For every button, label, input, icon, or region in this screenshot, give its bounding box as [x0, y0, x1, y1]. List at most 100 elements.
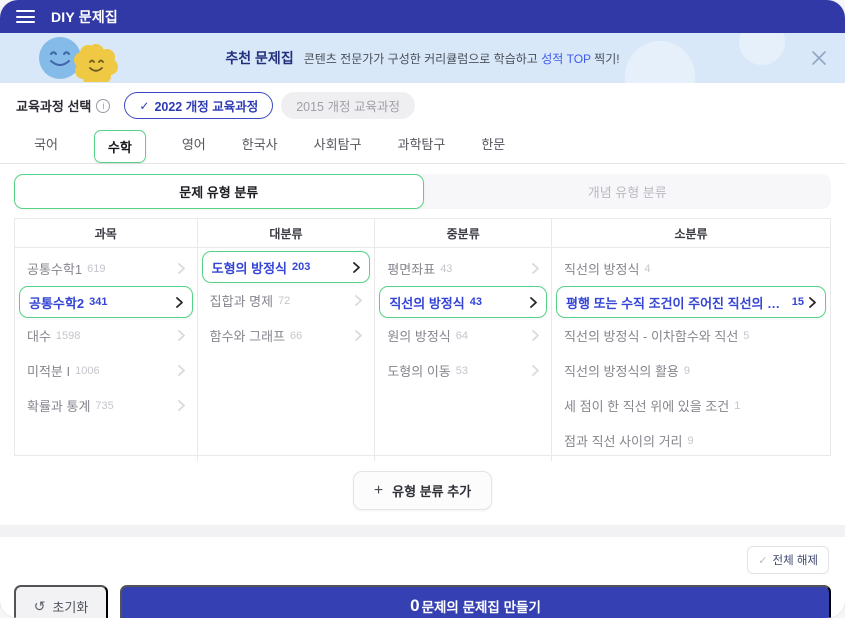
row-label: 직선의 방정식: [389, 293, 464, 312]
column-body: 평면좌표43 직선의 방정식 43 원의 방정식 64 도형의 이동53: [375, 248, 551, 461]
table-row[interactable]: 미적분 I 1006: [15, 353, 197, 388]
table-row[interactable]: 도형의 이동53: [375, 353, 551, 388]
table-row[interactable]: 평면좌표43: [375, 251, 551, 286]
row-count: 1: [734, 400, 740, 412]
row-label: 평행 또는 수직 조건이 주어진 직선의 방정식: [566, 293, 787, 312]
row-count: 64: [456, 330, 468, 342]
row-count: 5: [743, 330, 749, 342]
promo-banner: 추천 문제집 콘텐츠 전문가가 구성한 커리큘럼으로 학습하고 성적 TOP 찍…: [0, 33, 845, 83]
check-icon: ✓: [139, 99, 149, 113]
classification-table: 과목공통수학1619공통수학2341대수1598미적분 I1006확률과 통계7…: [14, 218, 831, 456]
type-tab-0[interactable]: 문제 유형 분류: [14, 174, 424, 209]
table-row[interactable]: 도형의 방정식203: [202, 251, 371, 283]
column-header: 소분류: [552, 219, 830, 248]
create-workbook-button[interactable]: 0 문제의 문제집 만들기: [120, 585, 831, 618]
classification-type-tabs: 문제 유형 분류개념 유형 분류: [14, 174, 831, 209]
column-header: 대분류: [198, 219, 375, 248]
chevron-right-icon: [178, 330, 185, 341]
chevron-right-icon: [532, 263, 539, 274]
column-body: 직선의 방정식4평행 또는 수직 조건이 주어진 직선의 방정식15직선의 방정…: [552, 248, 830, 461]
row-label: 세 점이 한 직선 위에 있을 조건: [564, 396, 729, 415]
section-divider: [0, 525, 845, 537]
row-label: 집합과 명제: [210, 291, 273, 310]
curriculum-select-row: 교육과정 선택 i ✓ 2022 개정 교육과정 2015 개정 교육과정: [0, 87, 845, 124]
table-row[interactable]: 직선의 방정식 43: [379, 286, 547, 318]
chevron-right-icon: [176, 297, 183, 308]
table-column-3: 소분류직선의 방정식4평행 또는 수직 조건이 주어진 직선의 방정식15직선의…: [552, 219, 830, 461]
bottom-action-bar: ↺ 초기화 0 문제의 문제집 만들기: [0, 585, 845, 618]
hamburger-menu-icon[interactable]: [16, 10, 35, 23]
table-row[interactable]: 직선의 방정식 - 이차함수와 직선 5: [552, 318, 830, 353]
row-label: 평면좌표: [387, 259, 435, 278]
row-count: 341: [89, 296, 107, 308]
smiley-characters-icon: [36, 36, 124, 83]
row-count: 72: [278, 295, 290, 307]
table-row[interactable]: 원의 방정식 64: [375, 318, 551, 353]
type-tab-1[interactable]: 개념 유형 분류: [424, 174, 832, 209]
banner-description: 콘텐츠 전문가가 구성한 커리큘럼으로 학습하고 성적 TOP 찍기!: [304, 50, 620, 67]
chevron-right-icon: [532, 330, 539, 341]
banner-deco-circle: [739, 33, 785, 65]
row-label: 공통수학1: [27, 259, 82, 278]
chevron-right-icon: [355, 330, 362, 341]
row-label: 직선의 방정식 - 이차함수와 직선: [564, 326, 738, 345]
table-row[interactable]: 점과 직선 사이의 거리 9: [552, 423, 830, 458]
row-label: 점과 직선 사이의 거리: [564, 431, 682, 450]
row-label: 직선의 방정식: [564, 259, 639, 278]
app-title: DIY 문제집: [51, 7, 118, 27]
row-count: 1006: [75, 365, 99, 377]
pill-label: 2022 개정 교육과정: [154, 96, 258, 115]
subject-tab-0[interactable]: 국어: [34, 134, 58, 153]
row-count: 15: [792, 296, 804, 308]
info-icon[interactable]: i: [96, 99, 110, 113]
subject-tab-6[interactable]: 한문: [481, 134, 505, 153]
chevron-right-icon: [178, 365, 185, 376]
deselect-all-button[interactable]: ✓ 전체 해제: [747, 546, 829, 574]
chevron-right-icon: [353, 262, 360, 273]
row-label: 직선의 방정식의 활용: [564, 361, 679, 380]
close-icon[interactable]: [809, 48, 829, 68]
reset-button[interactable]: ↺ 초기화: [14, 585, 108, 618]
table-row[interactable]: 집합과 명제 72: [198, 283, 375, 318]
subject-tab-5[interactable]: 과학탐구: [398, 134, 446, 153]
subject-tab-2[interactable]: 영어: [182, 134, 206, 153]
subject-tab-3[interactable]: 한국사: [242, 134, 278, 153]
banner-title: 추천 문제집: [225, 48, 293, 68]
curriculum-pill[interactable]: ✓ 2022 개정 교육과정: [124, 92, 273, 119]
curriculum-label: 교육과정 선택 i: [16, 96, 110, 115]
table-row[interactable]: 대수1598: [15, 318, 197, 353]
row-count: 43: [470, 296, 482, 308]
row-label: 공통수학2: [29, 293, 84, 312]
add-type-button[interactable]: + 유형 분류 추가: [353, 471, 492, 510]
table-row[interactable]: 직선의 방정식의 활용 9: [552, 353, 830, 388]
diy-workbook-app: DIY 문제집 추천 문제집 콘텐츠 전문가가 구성한 커리큘럼으로 학습하고 …: [0, 0, 845, 618]
row-label: 도형의 이동: [387, 361, 450, 380]
top-bar: DIY 문제집: [0, 0, 845, 33]
table-row[interactable]: 평행 또는 수직 조건이 주어진 직선의 방정식 15: [556, 286, 826, 318]
row-label: 미적분 I: [27, 361, 70, 380]
table-row[interactable]: 확률과 통계735: [15, 388, 197, 423]
plus-icon: +: [374, 483, 383, 499]
table-row[interactable]: 공통수학2 341: [19, 286, 193, 318]
banner-text: 추천 문제집 콘텐츠 전문가가 구성한 커리큘럼으로 학습하고 성적 TOP 찍…: [225, 48, 619, 68]
subject-tab-1[interactable]: 수학: [94, 130, 146, 163]
table-row[interactable]: 함수와 그래프66: [198, 318, 375, 353]
pill-label: 2015 개정 교육과정: [296, 96, 400, 115]
row-count: 9: [688, 435, 694, 447]
row-count: 9: [684, 365, 690, 377]
subject-tabs: 국어 수학 영어 한국사 사회탐구 과학탐구 한문: [0, 124, 845, 164]
row-label: 함수와 그래프: [210, 326, 285, 345]
row-label: 원의 방정식: [387, 326, 450, 345]
chevron-right-icon: [530, 297, 537, 308]
row-label: 대수: [27, 326, 51, 345]
table-row[interactable]: 공통수학1619: [15, 251, 197, 286]
curriculum-pill[interactable]: 2015 개정 교육과정: [281, 92, 415, 119]
row-label: 도형의 방정식: [212, 258, 287, 277]
subject-tab-4[interactable]: 사회탐구: [314, 134, 362, 153]
column-header: 중분류: [375, 219, 551, 248]
table-row[interactable]: 세 점이 한 직선 위에 있을 조건 1: [552, 388, 830, 423]
chevron-right-icon: [355, 295, 362, 306]
row-label: 확률과 통계: [27, 396, 90, 415]
chevron-right-icon: [532, 365, 539, 376]
table-row[interactable]: 직선의 방정식4: [552, 251, 830, 286]
